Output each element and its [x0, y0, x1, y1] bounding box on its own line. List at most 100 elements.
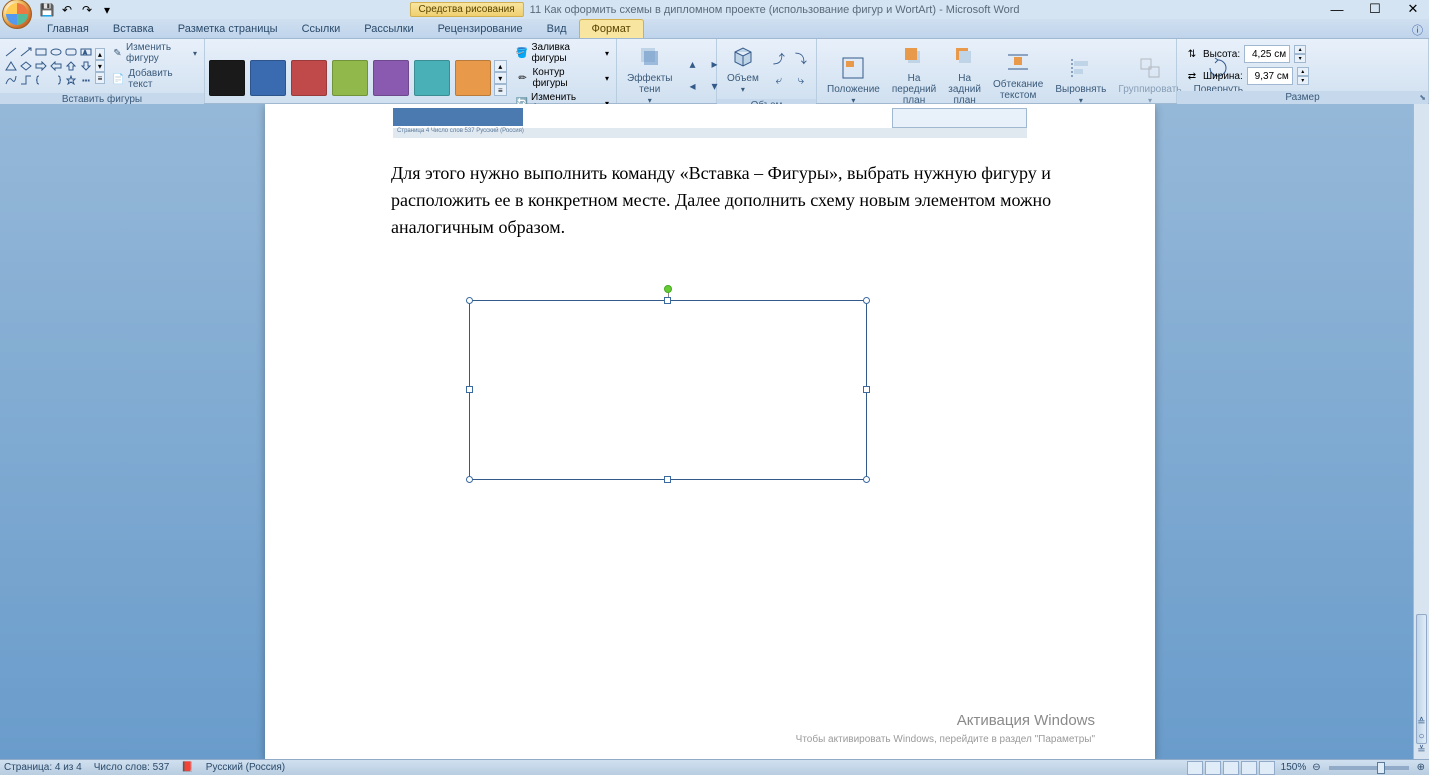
align-button[interactable]: Выровнять▾ — [1049, 52, 1112, 108]
tab-format[interactable]: Формат — [579, 19, 644, 38]
selected-rectangle-shape[interactable] — [469, 300, 867, 480]
redo-button[interactable]: ↷ — [78, 1, 96, 19]
resize-handle-bl[interactable] — [466, 476, 473, 483]
swatch-orange[interactable] — [455, 60, 491, 96]
shape-triangle-icon[interactable] — [4, 60, 18, 73]
shadow-left[interactable]: ◂ — [682, 76, 702, 96]
page[interactable]: Страница 4 Число слов 537 Русский (Росси… — [265, 104, 1155, 759]
qat-dropdown[interactable]: ▾ — [98, 1, 116, 19]
save-button[interactable]: 💾 — [38, 1, 56, 19]
shape-elbow-icon[interactable] — [19, 74, 33, 87]
minimize-button[interactable]: — — [1325, 0, 1349, 18]
shape-oval-icon[interactable] — [49, 46, 63, 59]
shadow-effects-button[interactable]: Эффекты тени▾ — [621, 41, 678, 108]
ribbon: A ⋯ ▴ ▾ ≡ ✎Изменить фигуру▾ — [0, 39, 1429, 104]
status-proofing[interactable]: 📕 — [181, 762, 193, 773]
zoom-in-button[interactable]: ⊕ — [1417, 762, 1425, 773]
tab-page-layout[interactable]: Разметка страницы — [166, 20, 290, 38]
shape-star-icon[interactable] — [64, 74, 78, 87]
resize-handle-r[interactable] — [863, 386, 870, 393]
view-full-screen[interactable] — [1205, 761, 1221, 775]
shape-curve-icon[interactable] — [4, 74, 18, 87]
add-text-button[interactable]: 📄Добавить текст — [109, 67, 200, 91]
activation-watermark-sub: Чтобы активировать Windows, перейдите в … — [796, 734, 1095, 745]
height-input[interactable] — [1244, 45, 1290, 63]
ribbon-help-icon[interactable]: ⓘ — [1412, 22, 1423, 38]
zoom-out-button[interactable]: ⊖ — [1312, 762, 1320, 773]
next-page-button[interactable]: ≚ — [1414, 743, 1429, 757]
resize-handle-t[interactable] — [664, 297, 671, 304]
prev-page-button[interactable]: ≙ — [1414, 715, 1429, 729]
shape-rect-icon[interactable] — [34, 46, 48, 59]
shape-arrow-icon[interactable] — [19, 46, 33, 59]
shape-line-icon[interactable] — [4, 46, 18, 59]
shape-diamond-icon[interactable] — [19, 60, 33, 73]
browse-object-button[interactable]: ○ — [1414, 729, 1429, 743]
undo-button[interactable]: ↶ — [58, 1, 76, 19]
office-button[interactable] — [2, 0, 32, 29]
zoom-slider[interactable] — [1329, 766, 1409, 770]
height-spinner[interactable]: ▴▾ — [1294, 45, 1306, 63]
resize-handle-tl[interactable] — [466, 297, 473, 304]
shapes-scroll-up[interactable]: ▴ — [95, 48, 105, 60]
styles-scroll-up[interactable]: ▴ — [494, 60, 507, 72]
zoom-percent[interactable]: 150% — [1281, 762, 1307, 773]
swatch-purple[interactable] — [373, 60, 409, 96]
position-button[interactable]: Положение▾ — [821, 52, 886, 108]
status-words[interactable]: Число слов: 537 — [94, 762, 170, 773]
shape-roundrect-icon[interactable] — [64, 46, 78, 59]
swatch-teal[interactable] — [414, 60, 450, 96]
swatch-black[interactable] — [209, 60, 245, 96]
resize-handle-b[interactable] — [664, 476, 671, 483]
size-launcher[interactable]: ⬊ — [1419, 91, 1426, 105]
shape-uarrow-icon[interactable] — [64, 60, 78, 73]
resize-handle-l[interactable] — [466, 386, 473, 393]
3d-effects-button[interactable]: Объем▾ — [721, 41, 765, 97]
width-input[interactable] — [1247, 67, 1293, 85]
vertical-scrollbar[interactable]: ≙ ○ ≚ — [1413, 104, 1429, 759]
swatch-green[interactable] — [332, 60, 368, 96]
swatch-red[interactable] — [291, 60, 327, 96]
shape-brace-icon[interactable] — [34, 74, 48, 87]
styles-more[interactable]: ≡ — [494, 84, 507, 96]
tab-view[interactable]: Вид — [535, 20, 579, 38]
view-print-layout[interactable] — [1187, 761, 1203, 775]
status-language[interactable]: Русский (Россия) — [206, 762, 285, 773]
close-button[interactable]: ✕ — [1401, 0, 1425, 18]
shapes-scroll-down[interactable]: ▾ — [95, 60, 105, 72]
shapes-gallery[interactable]: A ⋯ — [4, 46, 93, 87]
shape-rarrow-icon[interactable] — [34, 60, 48, 73]
width-spinner[interactable]: ▴▾ — [1297, 67, 1309, 85]
status-page[interactable]: Страница: 4 из 4 — [4, 762, 82, 773]
3d-tilt-right[interactable]: ⤵ — [791, 48, 811, 68]
view-outline[interactable] — [1241, 761, 1257, 775]
rotation-handle[interactable] — [664, 285, 672, 293]
3d-tilt-down[interactable]: ⤷ — [791, 70, 811, 90]
tab-home[interactable]: Главная — [35, 20, 101, 38]
resize-handle-tr[interactable] — [863, 297, 870, 304]
shapes-more[interactable]: ≡ — [95, 72, 105, 84]
shape-brace2-icon[interactable] — [49, 74, 63, 87]
tab-review[interactable]: Рецензирование — [426, 20, 535, 38]
styles-scroll-down[interactable]: ▾ — [494, 72, 507, 84]
maximize-button[interactable]: ☐ — [1363, 0, 1387, 18]
view-draft[interactable] — [1259, 761, 1275, 775]
shadow-up[interactable]: ▴ — [682, 54, 702, 74]
shape-darrow-icon[interactable] — [79, 60, 93, 73]
view-web[interactable] — [1223, 761, 1239, 775]
shape-outline-button[interactable]: ✏Контур фигуры▾ — [513, 66, 612, 90]
shape-larrow-icon[interactable] — [49, 60, 63, 73]
shape-textbox-icon[interactable]: A — [79, 46, 93, 59]
3d-tilt-left[interactable]: ⤶ — [769, 70, 789, 90]
shape-fill-button[interactable]: 🪣Заливка фигуры▾ — [513, 41, 612, 65]
resize-handle-br[interactable] — [863, 476, 870, 483]
group-shape-styles: ▴ ▾ ≡ 🪣Заливка фигуры▾ ✏Контур фигуры▾ 🔄… — [205, 39, 617, 103]
tab-references[interactable]: Ссылки — [290, 20, 353, 38]
edit-shape-button[interactable]: ✎Изменить фигуру▾ — [109, 41, 200, 65]
swatch-blue[interactable] — [250, 60, 286, 96]
3d-tilt-up[interactable]: ⤴ — [769, 48, 789, 68]
zoom-thumb[interactable] — [1377, 762, 1385, 774]
shape-more-icon[interactable]: ⋯ — [79, 74, 93, 87]
tab-mailings[interactable]: Рассылки — [352, 20, 425, 38]
tab-insert[interactable]: Вставка — [101, 20, 166, 38]
